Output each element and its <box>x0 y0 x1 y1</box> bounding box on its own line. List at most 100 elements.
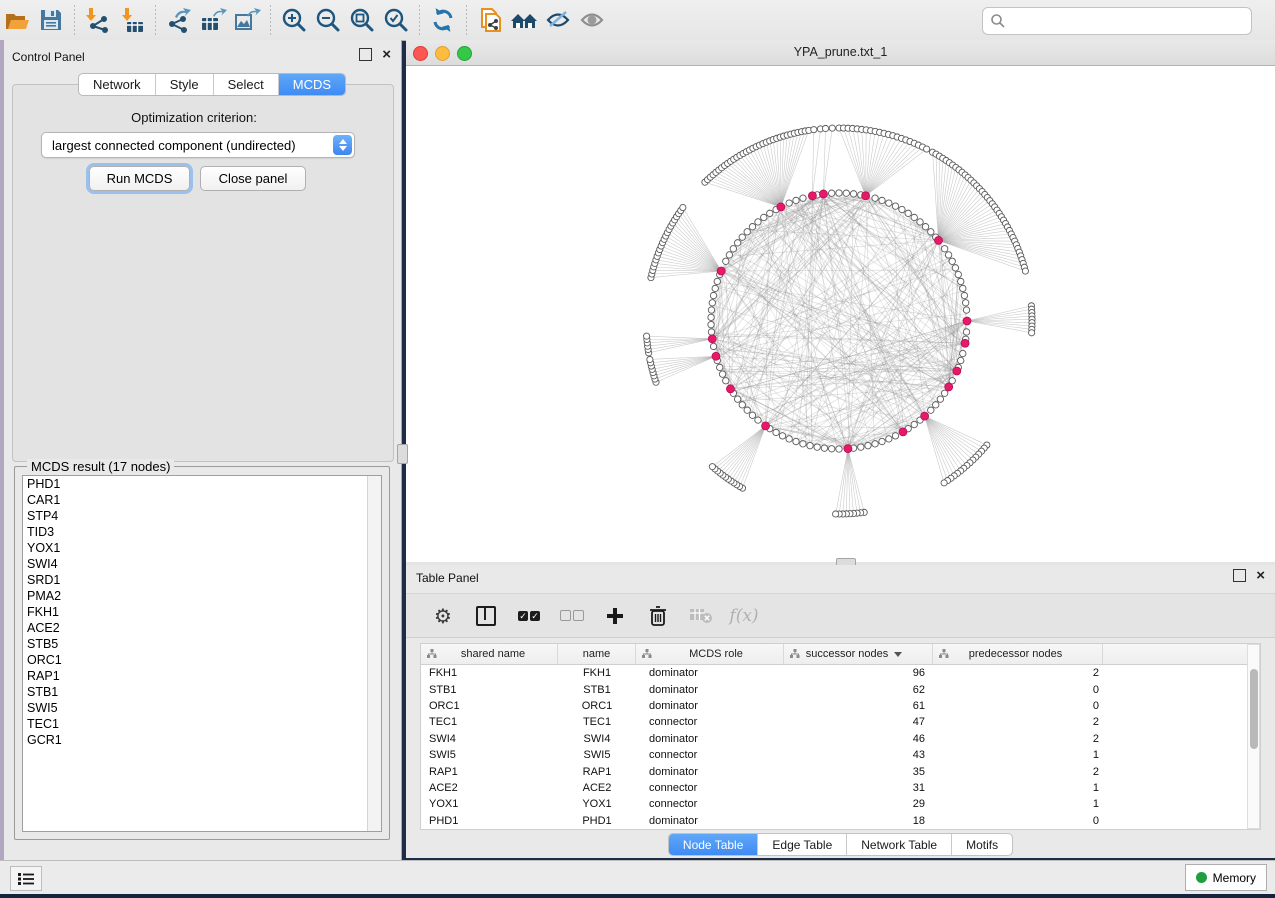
cell-shared-name[interactable]: FKH1 <box>421 667 558 679</box>
cell-mcds-role[interactable]: dominator <box>636 815 784 827</box>
column-header-mcds-role[interactable]: MCDS role <box>636 644 784 664</box>
cell-name[interactable]: TEC1 <box>558 716 636 728</box>
hide-panel-icon[interactable] <box>541 3 575 37</box>
cell-predecessor-nodes[interactable]: 1 <box>933 782 1103 794</box>
table-row[interactable]: YOX1YOX1connector291 <box>421 796 1260 812</box>
search-input[interactable] <box>1006 13 1251 29</box>
export-network-icon[interactable] <box>162 3 196 37</box>
mcds-result-item[interactable]: GCR1 <box>23 732 381 748</box>
close-panel-icon[interactable]: × <box>1256 570 1265 581</box>
close-panel-icon[interactable]: × <box>382 49 391 60</box>
import-network-icon[interactable] <box>81 3 115 37</box>
mcds-result-item[interactable]: PMA2 <box>23 588 381 604</box>
cell-predecessor-nodes[interactable]: 0 <box>933 815 1103 827</box>
cell-successor-nodes[interactable]: 47 <box>784 716 933 728</box>
cell-predecessor-nodes[interactable]: 1 <box>933 798 1103 810</box>
mcds-result-item[interactable]: YOX1 <box>23 540 381 556</box>
cell-name[interactable]: FKH1 <box>558 667 636 679</box>
cell-successor-nodes[interactable]: 61 <box>784 700 933 712</box>
cell-name[interactable]: ACE2 <box>558 782 636 794</box>
select-all-icon[interactable]: ✓✓ <box>516 603 542 629</box>
vertical-splitter-handle[interactable] <box>397 444 408 464</box>
mcds-result-item[interactable]: STP4 <box>23 508 381 524</box>
home-pages-icon[interactable] <box>507 3 541 37</box>
cell-predecessor-nodes[interactable]: 2 <box>933 716 1103 728</box>
cell-shared-name[interactable]: STB1 <box>421 684 558 696</box>
export-image-icon[interactable] <box>230 3 264 37</box>
table-row[interactable]: ORC1ORC1dominator610 <box>421 698 1260 714</box>
cell-mcds-role[interactable]: dominator <box>636 684 784 696</box>
cell-successor-nodes[interactable]: 62 <box>784 684 933 696</box>
column-header-successor-nodes[interactable]: successor nodes <box>784 644 933 664</box>
cell-name[interactable]: STB1 <box>558 684 636 696</box>
refresh-layout-icon[interactable] <box>426 3 460 37</box>
table-row[interactable]: RAP1RAP1dominator352 <box>421 763 1260 779</box>
tab-select[interactable]: Select <box>214 74 279 95</box>
cell-mcds-role[interactable]: connector <box>636 798 784 810</box>
memory-button[interactable]: Memory <box>1185 864 1267 891</box>
table-row[interactable]: PHD1PHD1dominator180 <box>421 813 1260 829</box>
cell-mcds-role[interactable]: dominator <box>636 766 784 778</box>
float-window-icon[interactable] <box>1233 569 1246 582</box>
task-history-button[interactable] <box>10 866 42 891</box>
deselect-all-icon[interactable] <box>559 603 585 629</box>
table-scrollbar-thumb[interactable] <box>1250 669 1258 749</box>
add-column-icon[interactable] <box>602 603 628 629</box>
cell-predecessor-nodes[interactable]: 2 <box>933 667 1103 679</box>
tab-node-table[interactable]: Node Table <box>669 834 759 855</box>
show-panel-icon[interactable] <box>575 3 609 37</box>
cell-predecessor-nodes[interactable]: 2 <box>933 733 1103 745</box>
cell-name[interactable]: SWI5 <box>558 749 636 761</box>
delete-column-icon[interactable] <box>645 603 671 629</box>
column-header-name[interactable]: name <box>558 644 636 664</box>
node-table[interactable]: shared name name MCDS role successor nod… <box>420 643 1261 830</box>
cell-predecessor-nodes[interactable]: 1 <box>933 749 1103 761</box>
mcds-result-item[interactable]: FKH1 <box>23 604 381 620</box>
zoom-out-icon[interactable] <box>311 3 345 37</box>
cell-successor-nodes[interactable]: 29 <box>784 798 933 810</box>
mcds-result-item[interactable]: ORC1 <box>23 652 381 668</box>
table-scrollbar[interactable] <box>1247 644 1260 829</box>
result-scrollbar[interactable] <box>367 476 381 831</box>
mcds-result-item[interactable]: STB1 <box>23 684 381 700</box>
table-row[interactable]: SWI4SWI4dominator462 <box>421 731 1260 747</box>
table-row[interactable]: STB1STB1dominator620 <box>421 681 1260 697</box>
mcds-result-item[interactable]: SRD1 <box>23 572 381 588</box>
cell-shared-name[interactable]: RAP1 <box>421 766 558 778</box>
search-box[interactable] <box>982 7 1252 35</box>
cell-shared-name[interactable]: PHD1 <box>421 815 558 827</box>
close-panel-button[interactable]: Close panel <box>200 166 306 191</box>
mcds-result-item[interactable]: TEC1 <box>23 716 381 732</box>
cell-predecessor-nodes[interactable]: 0 <box>933 700 1103 712</box>
network-graph-canvas[interactable] <box>406 65 1275 562</box>
tab-network[interactable]: Network <box>79 74 156 95</box>
table-row[interactable]: FKH1FKH1dominator962 <box>421 665 1260 681</box>
save-session-icon[interactable] <box>34 3 68 37</box>
cell-name[interactable]: YOX1 <box>558 798 636 810</box>
mcds-result-item[interactable]: PHD1 <box>23 476 381 492</box>
cell-successor-nodes[interactable]: 35 <box>784 766 933 778</box>
table-row[interactable]: TEC1TEC1connector472 <box>421 714 1260 730</box>
tab-mcds[interactable]: MCDS <box>279 74 345 95</box>
cell-name[interactable]: SWI4 <box>558 733 636 745</box>
mcds-result-item[interactable]: ACE2 <box>23 620 381 636</box>
cell-mcds-role[interactable]: connector <box>636 749 784 761</box>
tab-motifs[interactable]: Motifs <box>952 834 1012 855</box>
cell-successor-nodes[interactable]: 96 <box>784 667 933 679</box>
cell-predecessor-nodes[interactable]: 2 <box>933 766 1103 778</box>
tab-style[interactable]: Style <box>156 74 214 95</box>
table-row[interactable]: ACE2ACE2connector311 <box>421 780 1260 796</box>
cell-name[interactable]: RAP1 <box>558 766 636 778</box>
zoom-in-icon[interactable] <box>277 3 311 37</box>
column-header-predecessor-nodes[interactable]: predecessor nodes <box>933 644 1103 664</box>
show-columns-icon[interactable] <box>473 603 499 629</box>
mcds-result-item[interactable]: RAP1 <box>23 668 381 684</box>
tab-network-table[interactable]: Network Table <box>847 834 952 855</box>
run-mcds-button[interactable]: Run MCDS <box>89 166 190 191</box>
cell-mcds-role[interactable]: dominator <box>636 700 784 712</box>
mcds-result-item[interactable]: SWI5 <box>23 700 381 716</box>
cell-shared-name[interactable]: SWI5 <box>421 749 558 761</box>
mcds-result-item[interactable]: SWI4 <box>23 556 381 572</box>
cell-name[interactable]: PHD1 <box>558 815 636 827</box>
clone-network-icon[interactable] <box>473 3 507 37</box>
